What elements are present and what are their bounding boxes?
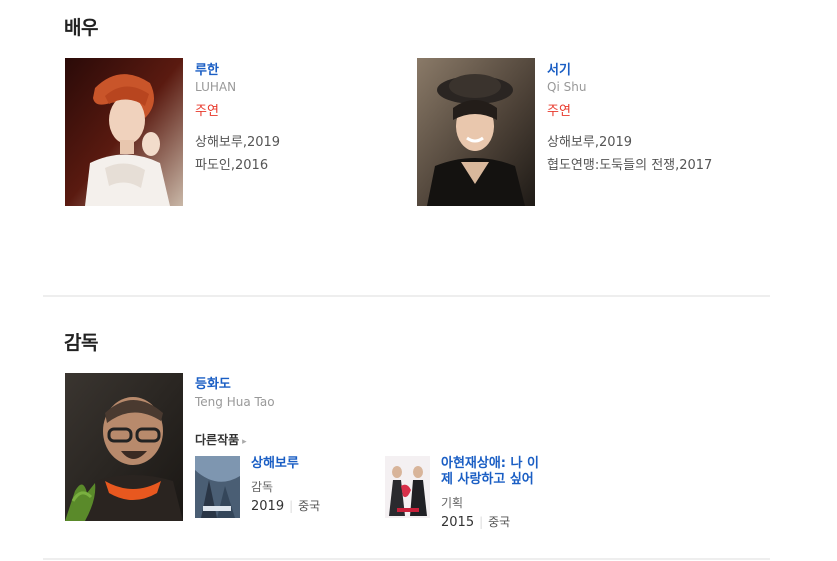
work-title-line: 아현재상애: 나 이 [441, 456, 539, 471]
chevron-right-icon: ▸ [242, 437, 247, 447]
director-name-link[interactable]: 등화도 [195, 373, 231, 392]
actor-film-item: 상해보루,2019 [547, 135, 633, 150]
actor-role: 주연 [547, 104, 571, 119]
person-page: 배우 루한 LUHAN 주연 상해보루,2019 파도인,2016 서기 Qi … [0, 0, 837, 561]
director-portrait-image [65, 373, 183, 521]
work-meta: 2015 | 중국 [441, 513, 510, 530]
work-title-link[interactable]: 아현재상애: 나 이 제 사랑하고 싶어 [441, 456, 539, 488]
director-english-name: Teng Hua Tao [195, 395, 275, 409]
poster-image [385, 456, 430, 518]
actors-section-title: 배우 [64, 17, 98, 39]
actor-name-link[interactable]: 루한 [195, 59, 219, 78]
actor-portrait-image [65, 58, 183, 206]
director-photo[interactable] [65, 373, 183, 521]
work-title-link[interactable]: 상해보루 [251, 456, 299, 472]
section-divider [43, 558, 770, 560]
work-poster-thumbnail[interactable] [195, 456, 240, 518]
meta-separator: | [479, 515, 484, 529]
actor-film-item: 협도연맹:도둑들의 전쟁,2017 [547, 158, 713, 173]
other-works-link[interactable]: 다른작품 ▸ [195, 431, 247, 448]
actor-film-item: 상해보루,2019 [195, 135, 281, 150]
director-section-title: 감독 [64, 332, 98, 354]
actor-portrait-image [417, 58, 535, 206]
work-role: 기획 [441, 496, 464, 510]
work-country: 중국 [488, 515, 511, 529]
work-country: 중국 [298, 499, 321, 513]
work-poster-thumbnail[interactable] [385, 456, 430, 518]
other-works-label: 다른작품 [195, 433, 240, 447]
section-divider [43, 295, 770, 297]
work-year: 2019 [251, 499, 285, 514]
actor-role: 주연 [195, 104, 219, 119]
work-role: 감독 [251, 480, 274, 494]
work-year: 2015 [441, 515, 475, 530]
actor-name-link[interactable]: 서기 [547, 59, 571, 78]
poster-image [195, 456, 240, 518]
actor-photo-luhan[interactable] [65, 58, 183, 206]
actor-english-name: Qi Shu [547, 80, 587, 94]
work-title-line: 제 사랑하고 싶어 [441, 472, 534, 487]
actor-film-item: 파도인,2016 [195, 158, 269, 173]
work-meta: 2019 | 중국 [251, 497, 320, 514]
actor-english-name: LUHAN [195, 80, 237, 94]
meta-separator: | [289, 499, 294, 513]
actor-photo-qishu[interactable] [417, 58, 535, 206]
